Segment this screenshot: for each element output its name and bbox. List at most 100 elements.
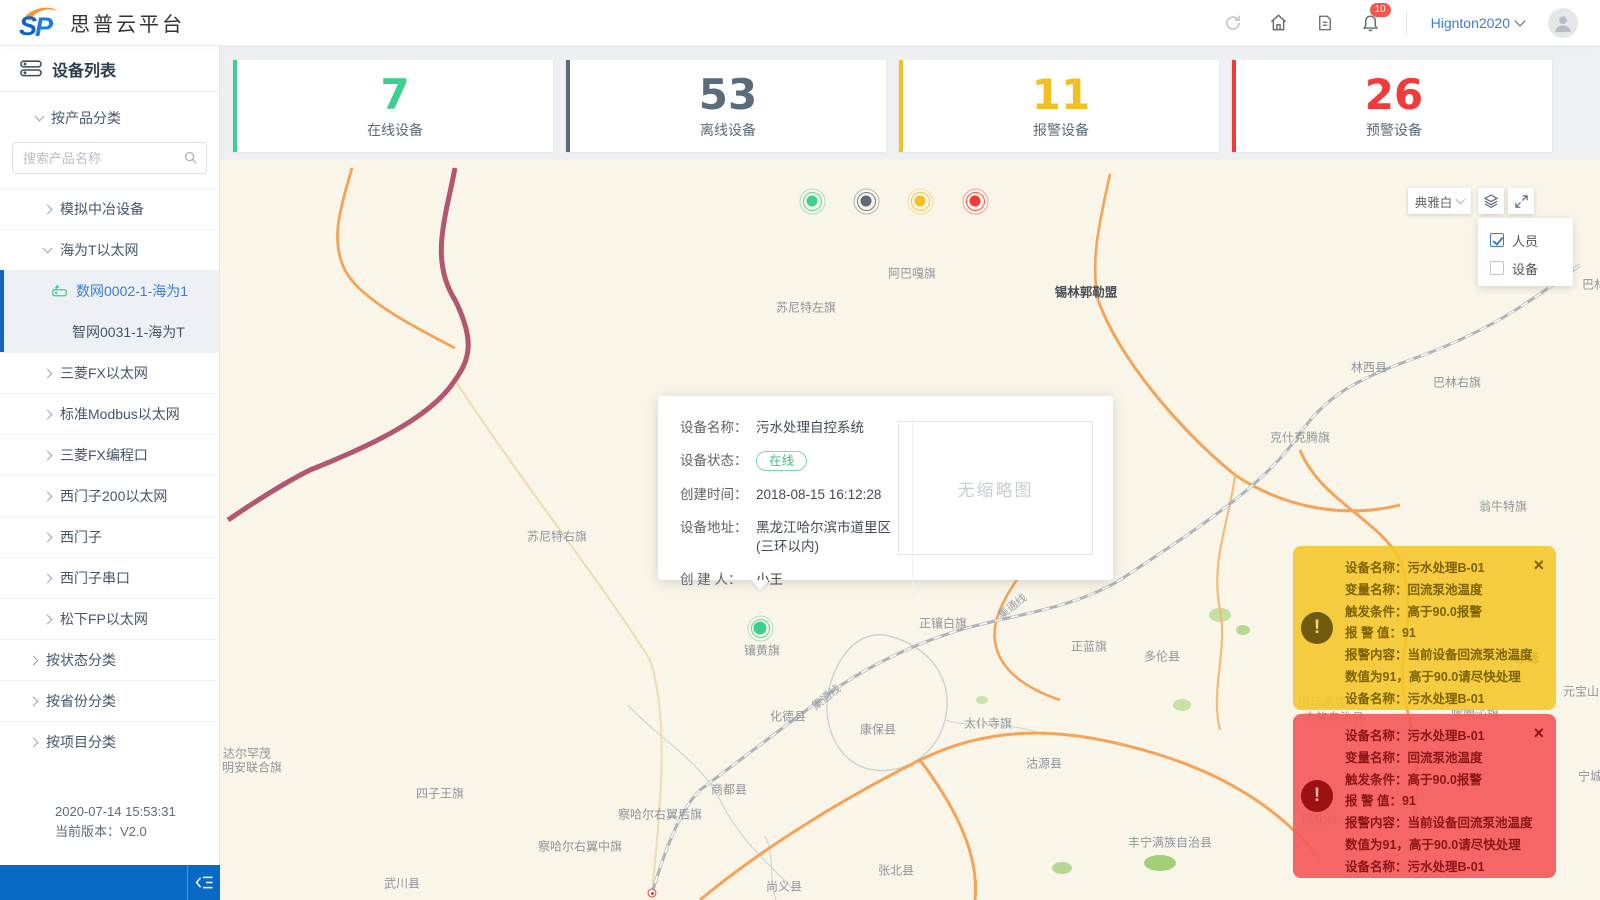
product-tree: 模拟中冶设备海为T以太网数网0002-1-海为1 智网0031-1-海为T 三菱FX…	[0, 188, 219, 762]
stat-value: 7	[380, 73, 409, 117]
chevron-down-icon	[1456, 195, 1466, 205]
sidebar-item-模拟中冶设备[interactable]: 模拟中冶设备	[0, 188, 219, 229]
exclamation-icon: !	[1301, 780, 1333, 812]
layer-option-personnel[interactable]: 人员	[1490, 228, 1573, 252]
stat-label: 在线设备	[367, 120, 423, 140]
status-badge: 在线	[756, 451, 807, 471]
page-title: 思普云平台	[70, 8, 185, 37]
map-place-label: 康保县	[860, 721, 896, 738]
map-canvas[interactable]: 阿巴嘎旗苏尼特左旗锡林郭勒盟林西县巴林右旗巴林克什克腾旗翁牛特旗苏尼特右旗镶黄旗…	[220, 160, 1600, 900]
map-place-label: 多伦县	[1144, 648, 1180, 665]
chevron-right-icon	[29, 696, 39, 706]
field-label: 设备名称：	[680, 418, 756, 437]
map-place-label: 翁牛特旗	[1479, 498, 1527, 515]
device-info-popup: 设备名称：污水处理自控系统 设备状态：在线 创建时间：2018-08-15 16…	[658, 396, 1113, 580]
close-icon[interactable]: ×	[1533, 724, 1544, 742]
toast-row: 报警内容：当前设备回流泵池温度数值为91，高于90.0请尽快处理	[1345, 645, 1542, 689]
sidebar-group-by-product[interactable]: 按产品分类	[0, 92, 219, 140]
sidebar-item-海为T以太网[interactable]: 海为T以太网	[0, 229, 219, 270]
fullscreen-button[interactable]	[1508, 188, 1534, 214]
version-label: 当前版本：V2.0	[55, 822, 176, 842]
user-menu[interactable]: Hignton2020	[1431, 15, 1524, 31]
expand-icon	[1514, 194, 1529, 209]
device-item-label: 智网0031-1-海为T	[72, 322, 185, 342]
chevron-down-icon	[43, 244, 53, 254]
search-input[interactable]	[12, 142, 207, 174]
toast-row: 报警内容：当前设备回流泵池温度数值为91，高于90.0请尽快处理	[1345, 813, 1542, 857]
chevron-right-icon	[43, 450, 53, 460]
sidebar-group-按状态分类[interactable]: 按状态分类	[0, 639, 219, 680]
selected-device-group: 数网0002-1-海为1 智网0031-1-海为T	[0, 270, 219, 352]
sidebar-item-松下FP以太网[interactable]: 松下FP以太网	[0, 598, 219, 639]
map-style-selector[interactable]: 典雅白	[1408, 188, 1471, 214]
notification-bell-icon[interactable]: 10	[1360, 12, 1382, 34]
home-icon[interactable]	[1268, 12, 1290, 34]
document-icon[interactable]	[1314, 12, 1336, 34]
stat-label: 报警设备	[1033, 120, 1089, 140]
toast-row: 设备名称：污水处理B-01	[1345, 726, 1542, 748]
username: Hignton2020	[1431, 15, 1510, 31]
chevron-right-icon	[43, 614, 53, 624]
online-device-marker[interactable]	[754, 622, 767, 635]
legend-marker-1	[861, 196, 872, 207]
sidebar-item-西门子[interactable]: 西门子	[0, 516, 219, 557]
stat-card-预警设备[interactable]: 26预警设备	[1232, 60, 1552, 152]
alarm-toast-alarm: !×设备名称：污水处理B-01变量名称：回流泵池温度触发条件：高于90.0报警报…	[1293, 714, 1556, 878]
sidebar-group-label: 按省份分类	[46, 691, 116, 711]
device-item-数网0002-1-海为1[interactable]: 数网0002-1-海为1	[4, 270, 219, 311]
collapse-sidebar-button[interactable]	[187, 865, 220, 900]
map-place-label: 林西县	[1351, 359, 1387, 376]
sidebar-item-label: 西门子200以太网	[60, 486, 167, 506]
sidebar-item-三菱FX编程口[interactable]: 三菱FX编程口	[0, 434, 219, 475]
sidebar-item-西门子串口[interactable]: 西门子串口	[0, 557, 219, 598]
layers-icon	[1483, 193, 1499, 209]
map-place-label: 苏尼特右旗	[527, 528, 587, 545]
map-place-label: 商都县	[711, 781, 747, 798]
sidebar-collapse-bar	[0, 865, 220, 900]
refresh-icon[interactable]	[1222, 12, 1244, 34]
layer-label: 人员	[1512, 231, 1538, 250]
map-place-label: 克什克腾旗	[1270, 429, 1330, 446]
toast-row: 触发条件：高于90.0报警	[1345, 602, 1542, 624]
legend-marker-3	[970, 196, 981, 207]
stat-card-离线设备[interactable]: 53离线设备	[566, 60, 886, 152]
sidebar-group-按项目分类[interactable]: 按项目分类	[0, 721, 219, 762]
layer-label: 设备	[1512, 259, 1538, 278]
layer-checkbox-panel: 人员 设备	[1478, 218, 1573, 286]
group-label: 按产品分类	[51, 108, 121, 128]
toast-row: 触发条件：高于90.0报警	[1345, 770, 1542, 792]
creator-value: 小王	[756, 570, 896, 589]
field-label: 设备状态：	[680, 451, 756, 471]
checkbox-unchecked-icon[interactable]	[1490, 261, 1504, 275]
stat-value: 26	[1365, 73, 1423, 117]
sidebar-item-label: 西门子串口	[60, 568, 130, 588]
map-place-label: 正镶白旗	[919, 615, 967, 632]
stat-card-报警设备[interactable]: 11 报警设备	[899, 60, 1219, 152]
sidebar-item-三菱FX以太网[interactable]: 三菱FX以太网	[0, 352, 219, 393]
map-place-label: 阿巴嘎旗	[888, 265, 936, 282]
sidebar-item-标准Modbus以太网[interactable]: 标准Modbus以太网	[0, 393, 219, 434]
layers-button[interactable]	[1478, 188, 1504, 214]
chevron-right-icon	[43, 409, 53, 419]
sidebar-group-label: 按状态分类	[46, 650, 116, 670]
alarm-toast-warning: !×设备名称：污水处理B-01变量名称：回流泵池温度触发条件：高于90.0报警报…	[1293, 546, 1556, 710]
sidebar-item-label: 标准Modbus以太网	[60, 404, 180, 424]
chevron-right-icon	[29, 737, 39, 747]
avatar[interactable]	[1548, 8, 1578, 38]
stat-value: 11	[1032, 73, 1090, 117]
sidebar-item-西门子200以太网[interactable]: 西门子200以太网	[0, 475, 219, 516]
chevron-right-icon	[43, 204, 53, 214]
sidebar-group-按省份分类[interactable]: 按省份分类	[0, 680, 219, 721]
stat-card-在线设备[interactable]: 7 在线设备	[233, 60, 553, 152]
toast-row: 报 警 值：91	[1345, 623, 1542, 645]
layer-option-device[interactable]: 设备	[1490, 256, 1573, 280]
chevron-right-icon	[43, 532, 53, 542]
alarm-mini-marker[interactable]	[648, 889, 657, 898]
search-icon	[183, 150, 198, 170]
device-item-智网0031-1-海为T[interactable]: 智网0031-1-海为T	[4, 311, 219, 352]
toast-row: 报 警 值：91	[1345, 791, 1542, 813]
field-label: 设备地址：	[680, 518, 756, 556]
toast-row: 变量名称：回流泵池温度	[1345, 748, 1542, 770]
close-icon[interactable]: ×	[1533, 556, 1544, 574]
checkbox-checked-icon[interactable]	[1490, 233, 1504, 247]
